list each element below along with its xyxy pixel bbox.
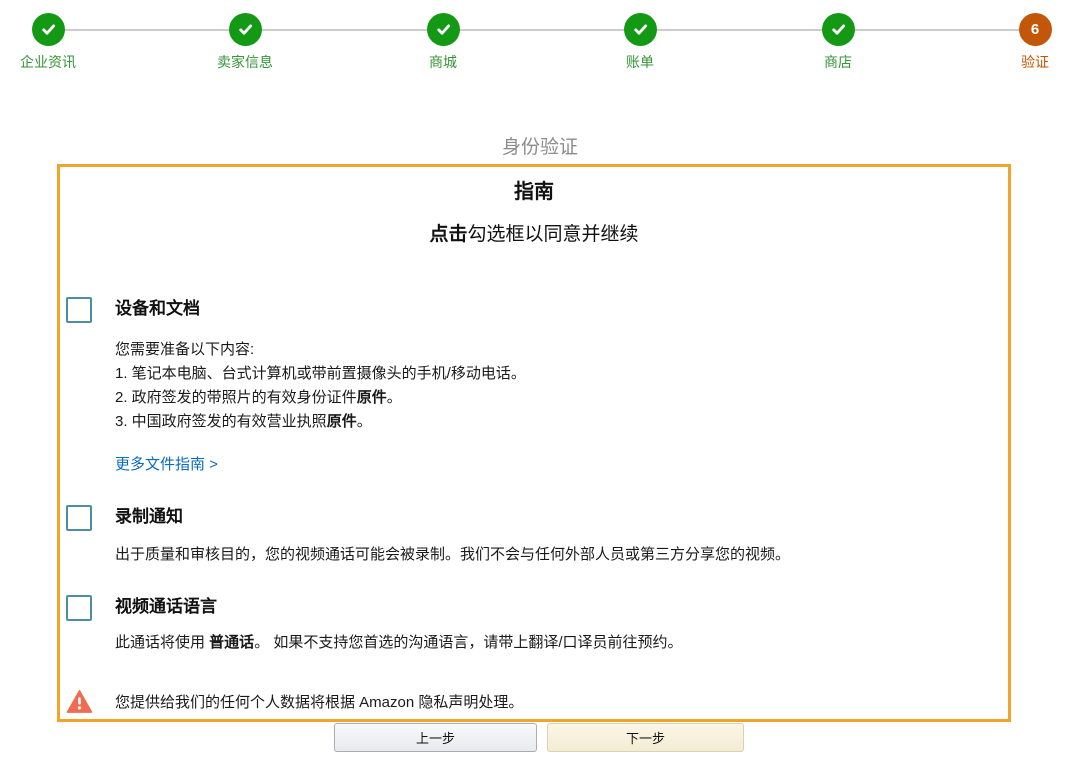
section-body: 视频通话语言 此通话将使用 普通话。 如果不支持您首选的沟通语言，请带上翻译/口… (115, 595, 1000, 655)
privacy-warning-text: 您提供给我们的任何个人数据将根据 Amazon 隐私声明处理。 (115, 691, 523, 712)
devices-item-1: 1. 笔记本电脑、台式计算机或带前置摄像头的手机/移动电话。 (115, 362, 1000, 386)
devices-intro: 您需要准备以下内容: (115, 338, 1000, 362)
step-complete-icon (229, 13, 262, 46)
recording-notice-text: 出于质量和审核目的，您的视频通话可能会被录制。我们不会与任何外部人员或第三方分享… (115, 543, 1000, 567)
step-store[interactable]: 商店 (768, 13, 908, 72)
instruction-bold-part: 点击 (429, 224, 467, 245)
more-document-guide-link[interactable]: 更多文件指南 > (115, 453, 218, 474)
section-body: 设备和文档 您需要准备以下内容: 1. 笔记本电脑、台式计算机或带前置摄像头的手… (115, 297, 1000, 474)
step-complete-icon (822, 13, 855, 46)
guide-instruction: 点击勾选框以同意并继续 (60, 219, 1008, 246)
warning-triangle-icon (66, 688, 93, 715)
step-label: 商店 (768, 52, 908, 72)
guide-title: 指南 (60, 175, 1008, 204)
guide-box: 指南 点击勾选框以同意并继续 设备和文档 您需要准备以下内容: 1. 笔记本电脑… (57, 164, 1011, 722)
check-icon (236, 20, 255, 39)
devices-documents-text: 您需要准备以下内容: 1. 笔记本电脑、台式计算机或带前置摄像头的手机/移动电话… (115, 338, 1000, 434)
step-current-icon: 6 (1019, 13, 1052, 46)
check-icon (829, 20, 848, 39)
instruction-rest: 勾选框以同意并继续 (468, 224, 639, 245)
check-icon (39, 20, 58, 39)
section-body: 录制通知 出于质量和审核目的，您的视频通话可能会被录制。我们不会与任何外部人员或… (115, 505, 1000, 567)
step-verification[interactable]: 6 验证 (965, 13, 1080, 72)
step-complete-icon (427, 13, 460, 46)
identity-verification-page: 企业资讯 卖家信息 商城 账单 商店 (0, 0, 1080, 761)
previous-step-button[interactable]: 上一步 (334, 723, 537, 752)
step-label: 账单 (570, 52, 710, 72)
devices-item-3: 3. 中国政府签发的有效营业执照原件。 (115, 410, 1000, 434)
devices-item-2: 2. 政府签发的带照片的有效身份证件原件。 (115, 386, 1000, 410)
privacy-warning-row: 您提供给我们的任何个人数据将根据 Amazon 隐私声明处理。 (66, 688, 1000, 715)
registration-stepper: 企业资讯 卖家信息 商城 账单 商店 (0, 0, 1080, 80)
step-complete-icon (624, 13, 657, 46)
devices-documents-checkbox[interactable] (66, 297, 92, 323)
recording-notice-checkbox[interactable] (66, 505, 92, 531)
step-billing[interactable]: 账单 (570, 13, 710, 72)
section-video-call-language: 视频通话语言 此通话将使用 普通话。 如果不支持您首选的沟通语言，请带上翻译/口… (66, 595, 1000, 655)
step-label: 企业资讯 (0, 52, 118, 72)
step-label: 商城 (373, 52, 513, 72)
next-step-button[interactable]: 下一步 (547, 723, 744, 752)
section-recording-notice: 录制通知 出于质量和审核目的，您的视频通话可能会被录制。我们不会与任何外部人员或… (66, 505, 1000, 567)
video-call-language-heading: 视频通话语言 (115, 595, 1000, 619)
section-devices-documents: 设备和文档 您需要准备以下内容: 1. 笔记本电脑、台式计算机或带前置摄像头的手… (66, 297, 1000, 474)
page-title: 身份验证 (0, 132, 1080, 159)
video-call-language-checkbox[interactable] (66, 595, 92, 621)
step-complete-icon (32, 13, 65, 46)
recording-notice-heading: 录制通知 (115, 505, 1000, 529)
check-icon (434, 20, 453, 39)
check-icon (631, 20, 650, 39)
step-label: 验证 (965, 52, 1080, 72)
step-number: 6 (1031, 21, 1039, 38)
step-seller-info[interactable]: 卖家信息 (175, 13, 315, 72)
step-business-info[interactable]: 企业资讯 (0, 13, 118, 72)
step-label: 卖家信息 (175, 52, 315, 72)
video-call-language-text: 此通话将使用 普通话。 如果不支持您首选的沟通语言，请带上翻译/口译员前往预约。 (115, 631, 1000, 655)
devices-documents-heading: 设备和文档 (115, 297, 1000, 321)
step-marketplace[interactable]: 商城 (373, 13, 513, 72)
